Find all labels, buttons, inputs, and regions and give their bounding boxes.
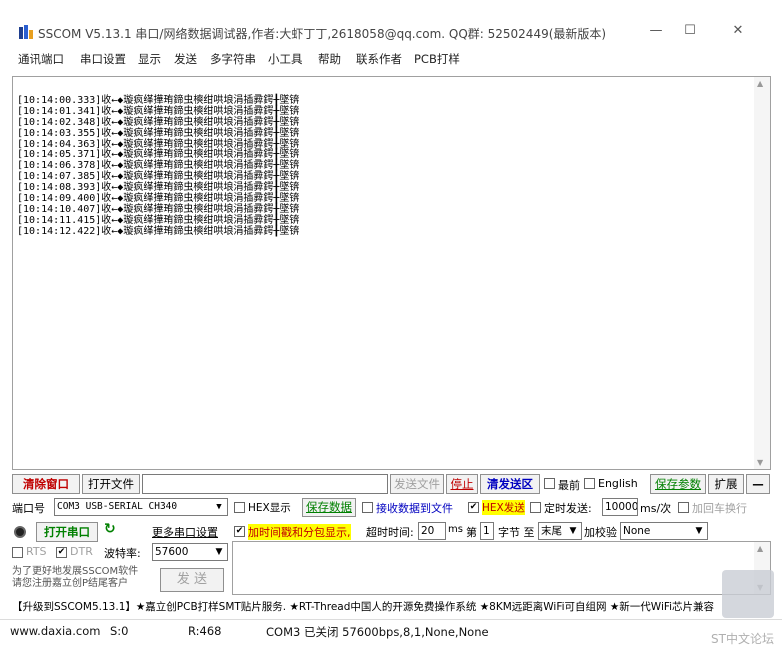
send-file-button[interactable]: 发送文件: [390, 474, 444, 494]
add-newline-checkbox[interactable]: [678, 502, 689, 513]
port-label: 端口号: [12, 502, 45, 515]
log-line: [10:14:03.355]收←◆璇疯缂撶珛鍗虫樉绀哄埌涓插彛鍔╂墜锛: [17, 127, 300, 139]
close-button[interactable]: ✕: [718, 20, 758, 42]
open-file-button[interactable]: 打开文件: [82, 474, 140, 494]
hex-send-checkbox[interactable]: ✔: [468, 502, 479, 513]
send-textarea[interactable]: ▲ ▼: [232, 541, 771, 595]
timed-send-label: 定时发送:: [544, 502, 592, 515]
more-settings-link[interactable]: 更多串口设置: [152, 524, 218, 540]
dtr-checkbox[interactable]: ✔: [56, 547, 67, 558]
log-line: [10:14:12.422]收←◆璇疯缂撶珛鍗虫樉绀哄埌涓插彛鍔╂墜锛: [17, 225, 300, 237]
chevron-down-icon: ▼: [216, 502, 222, 512]
refresh-icon[interactable]: ↻: [104, 521, 116, 537]
menu-comm-port[interactable]: 通讯端口: [18, 51, 64, 67]
rts-label: RTS: [26, 545, 47, 558]
chevron-down-icon: ▼: [695, 526, 703, 536]
promo-line-1: 为了更好地发展SSCOM软件: [12, 566, 139, 577]
port-status-indicator-icon: [14, 526, 26, 538]
menu-send[interactable]: 发送: [174, 51, 197, 67]
status-port-state: COM3 已关闭 57600bps,8,1,None,None: [266, 625, 489, 639]
page-input[interactable]: 1: [480, 522, 494, 540]
status-bar: www.daxia.com S:0 R:468 COM3 已关闭 57600bp…: [0, 619, 782, 653]
stop-button[interactable]: 停止: [446, 474, 478, 494]
interval-input[interactable]: 10000: [602, 498, 638, 516]
checksum-label: 加校验: [584, 526, 617, 539]
timestamp-label: 加时间戳和分包显示,: [248, 524, 351, 540]
end-select-value: 末尾: [541, 525, 562, 537]
port-select[interactable]: COM3 USB-SERIAL CH340 ▼: [54, 498, 228, 516]
clear-send-button[interactable]: 清发送区: [480, 474, 540, 494]
timeout-input[interactable]: 20: [418, 522, 446, 540]
checksum-select[interactable]: None ▼: [620, 522, 708, 540]
maximize-button[interactable]: ☐: [670, 20, 710, 42]
watermark-text: ST中文论坛: [711, 632, 774, 646]
status-received-count: R:468: [188, 624, 222, 638]
collapse-button[interactable]: —: [746, 474, 770, 494]
menu-help[interactable]: 帮助: [318, 51, 341, 67]
status-sent-count: S:0: [110, 624, 129, 638]
sscom-app-icon: [19, 25, 33, 39]
dtr-label: DTR: [70, 545, 93, 558]
receive-scrollbar[interactable]: ▲ ▼: [754, 77, 770, 469]
menu-bar: 通讯端口 串口设置 显示 发送 多字符串 小工具 帮助 联系作者 PCB打样: [0, 48, 782, 70]
forum-logo-icon: [722, 570, 774, 618]
timestamp-checkbox[interactable]: ✔: [234, 526, 245, 537]
baud-select[interactable]: 57600 ▼: [152, 543, 228, 561]
status-website[interactable]: www.daxia.com: [10, 624, 100, 638]
chevron-down-icon: ▼: [215, 547, 223, 557]
ad-banner[interactable]: 【升级到SSCOM5.13.1】★嘉立创PCB打样SMT贴片服务. ★RT-Th…: [12, 599, 771, 616]
menu-multi-string[interactable]: 多字符串: [210, 51, 256, 67]
chevron-down-icon: ▼: [569, 526, 577, 536]
end-select[interactable]: 末尾 ▼: [538, 522, 582, 540]
clear-window-button[interactable]: 清除窗口: [12, 474, 80, 494]
send-button[interactable]: 发 送: [160, 568, 224, 592]
scroll-up-icon[interactable]: ▲: [757, 79, 763, 88]
receive-window[interactable]: [10:14:00.333]收←◆璇疯缂撶珛鍗虫樉绀哄埌涓插彛鍔╂墜锛 [10:1…: [12, 76, 771, 470]
checksum-select-value: None: [623, 525, 651, 537]
promo-text: 为了更好地发展SSCOM软件 请您注册嘉立创P结尾客户: [12, 566, 138, 590]
menu-pcb[interactable]: PCB打样: [414, 51, 460, 67]
recv-to-file-checkbox[interactable]: [362, 502, 373, 513]
port-select-value: COM3 USB-SERIAL CH340: [57, 501, 178, 512]
interval-unit: ms/次: [640, 502, 672, 515]
timeout-label: 超时时间:: [366, 526, 414, 539]
menu-tools[interactable]: 小工具: [268, 51, 303, 67]
save-data-button[interactable]: 保存数据: [302, 498, 356, 517]
timed-send-checkbox[interactable]: [530, 502, 541, 513]
menu-display[interactable]: 显示: [138, 51, 161, 67]
timeout-unit: ms: [448, 524, 463, 535]
baud-select-value: 57600: [155, 546, 189, 558]
english-label: English: [598, 477, 638, 490]
hex-display-label: HEX显示: [248, 502, 291, 514]
save-params-button[interactable]: 保存参数: [650, 474, 706, 494]
title-bar: SSCOM V5.13.1 串口/网络数据调试器,作者:大虾丁丁,2618058…: [0, 0, 782, 44]
scroll-down-icon[interactable]: ▼: [757, 458, 763, 467]
page-label: 第: [466, 526, 477, 539]
log-line: [10:14:02.348]收←◆璇疯缂撶珛鍗虫樉绀哄埌涓插彛鍔╂墜锛: [17, 116, 300, 128]
recv-to-file-label: 接收数据到文件: [376, 502, 453, 515]
receive-log: [10:14:00.333]收←◆璇疯缂撶珛鍗虫樉绀哄埌涓插彛鍔╂墜锛 [10:1…: [17, 85, 299, 260]
english-checkbox[interactable]: [584, 478, 595, 489]
scroll-up-icon[interactable]: ▲: [757, 544, 763, 553]
expand-button[interactable]: 扩展: [708, 474, 744, 494]
byte-to-label: 字节 至: [498, 526, 535, 539]
file-path-input[interactable]: [142, 474, 388, 494]
rts-checkbox[interactable]: [12, 547, 23, 558]
baud-label: 波特率:: [104, 547, 141, 560]
hex-send-label: HEX发送: [482, 500, 525, 515]
hex-display-checkbox[interactable]: [234, 502, 245, 513]
open-port-button[interactable]: 打开串口: [36, 522, 98, 542]
topmost-label: 最前: [558, 479, 580, 492]
window-title: SSCOM V5.13.1 串口/网络数据调试器,作者:大虾丁丁,2618058…: [38, 27, 607, 41]
add-newline-label: 加回车换行: [692, 502, 747, 515]
topmost-checkbox[interactable]: [544, 478, 555, 489]
menu-contact-author[interactable]: 联系作者: [356, 51, 402, 67]
promo-line-2: 请您注册嘉立创P结尾客户: [12, 578, 129, 589]
menu-serial-settings[interactable]: 串口设置: [80, 51, 126, 67]
